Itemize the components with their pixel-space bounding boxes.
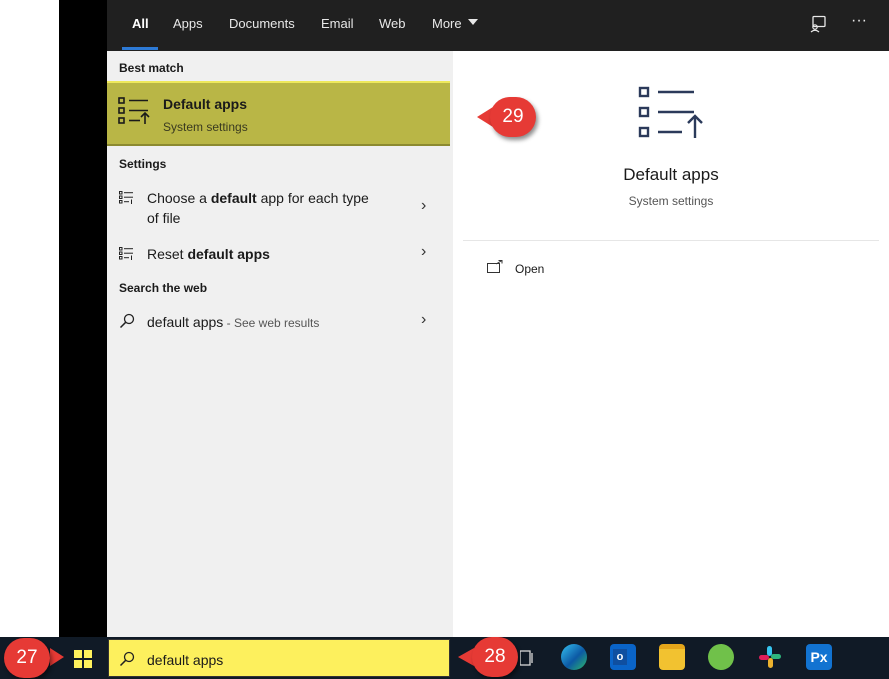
feedback-icon[interactable] (809, 15, 827, 33)
web-result-label: default apps - See web results (147, 314, 320, 330)
open-icon (487, 260, 503, 273)
best-match-subtitle: System settings (163, 120, 248, 134)
setting-label-reset: Reset default apps (147, 246, 270, 262)
tab-apps[interactable]: Apps (173, 16, 203, 31)
preview-pane (463, 62, 879, 637)
tab-web[interactable]: Web (379, 16, 406, 31)
callout-badge-29: 29 (490, 97, 536, 137)
chevron-right-icon: › (421, 311, 427, 328)
search-value: default apps (147, 652, 224, 668)
best-match-header: Best match (119, 61, 184, 75)
web-header: Search the web (119, 281, 208, 295)
outlook-icon[interactable]: o (610, 644, 636, 670)
task-view-icon[interactable] (520, 650, 534, 666)
settings-header: Settings (119, 157, 167, 171)
chevron-right-icon: › (421, 197, 427, 214)
more-options-icon[interactable]: ··· (851, 12, 867, 30)
open-label: Open (515, 262, 545, 276)
settings-list-icon (119, 191, 133, 204)
tab-email[interactable]: Email (321, 16, 354, 31)
slack-icon[interactable] (757, 644, 783, 670)
search-icon (119, 651, 135, 667)
callout-pointer (50, 648, 64, 666)
search-tab-bar (107, 0, 889, 51)
active-tab-indicator (122, 47, 158, 50)
setting-label-choose-line2: of file (147, 210, 181, 226)
best-match-title: Default apps (163, 96, 248, 112)
default-apps-icon (118, 97, 150, 124)
pixlr-icon[interactable]: Px (806, 644, 832, 670)
preview-title: Default apps (623, 165, 719, 184)
callout-badge-28: 28 (472, 637, 518, 677)
start-menu-sidebar (59, 0, 107, 637)
divider (463, 240, 879, 241)
tab-more[interactable]: More (432, 16, 462, 31)
chevron-down-icon (468, 19, 478, 25)
search-icon (119, 313, 135, 329)
tab-all[interactable]: All (132, 16, 149, 31)
chevron-right-icon: › (421, 243, 427, 260)
background-left (0, 0, 59, 637)
best-match-default-apps[interactable] (107, 81, 450, 146)
default-apps-large-icon (638, 86, 703, 138)
windows-start-icon[interactable] (74, 650, 92, 668)
edge-browser-icon[interactable] (561, 644, 587, 670)
callout-badge-27: 27 (4, 638, 50, 678)
preview-subtitle: System settings (628, 194, 714, 208)
tab-documents[interactable]: Documents (229, 16, 295, 31)
setting-label-choose: Choose a default app for each type (147, 190, 369, 206)
settings-list-icon (119, 247, 133, 260)
file-explorer-icon[interactable] (659, 644, 685, 670)
